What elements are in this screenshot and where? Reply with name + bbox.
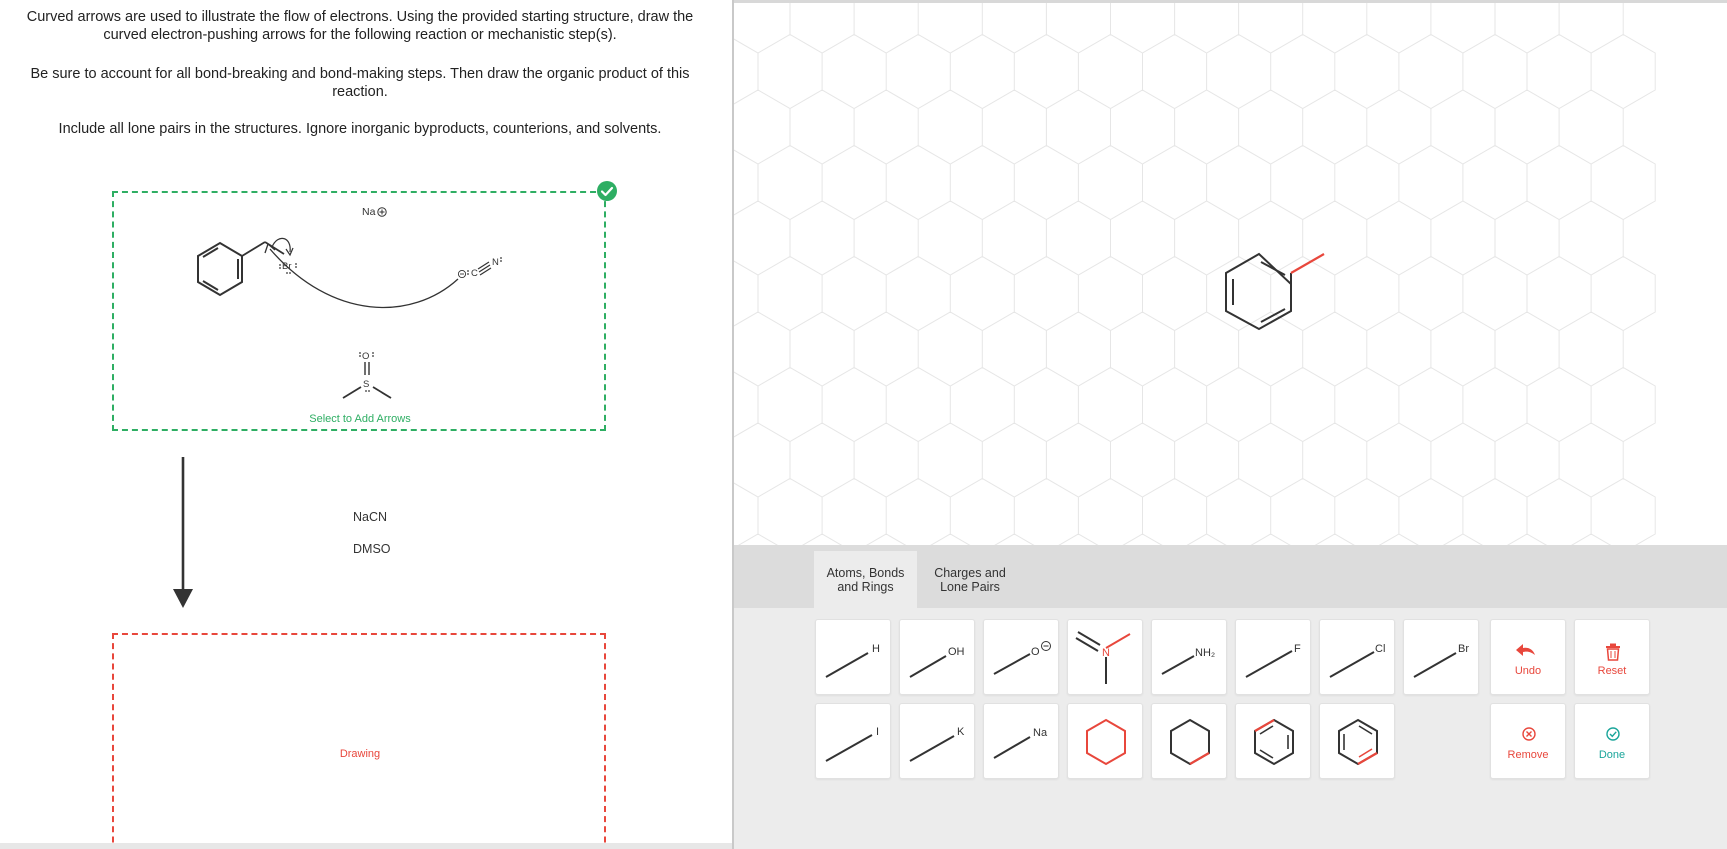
hydrogen-label: H: [872, 643, 880, 655]
sodium-label: Na: [362, 206, 376, 218]
cyclohexane-icon: [1170, 718, 1210, 766]
undo-label: Undo: [1514, 665, 1542, 677]
tab-charges-lone-pairs[interactable]: Charges and Lone Pairs: [917, 551, 1023, 608]
tab-label-line1: Charges and: [934, 565, 1006, 580]
hydroxyl-tool[interactable]: OH: [899, 619, 975, 695]
done-button[interactable]: Done: [1574, 703, 1650, 779]
benzene-ring-icon: [197, 241, 243, 297]
canvas-top-border: [734, 0, 1727, 3]
done-label: Done: [1598, 749, 1626, 761]
benzene-tool[interactable]: [1235, 703, 1311, 779]
solvent-label: DMSO: [353, 542, 391, 556]
iodine-tool[interactable]: I: [815, 703, 891, 779]
triple-bond: [477, 261, 492, 276]
bottom-strip: [0, 843, 732, 849]
canvas-molecule: [1225, 252, 1325, 331]
bromine-tool[interactable]: Br: [1403, 619, 1479, 695]
benzene-ring-icon: [1225, 252, 1292, 331]
benzene-icon: [1254, 718, 1294, 766]
undo-icon: [1516, 644, 1535, 656]
negative-charge-icon: [457, 269, 467, 279]
reaction-arrow-icon: [173, 457, 193, 608]
select-to-add-arrows-label: Select to Add Arrows: [309, 413, 411, 425]
instruction-paragraph-3: Include all lone pairs in the structures…: [58, 121, 662, 137]
drawing-label: Drawing: [339, 748, 381, 760]
selected-bond[interactable]: [1290, 253, 1325, 274]
iodine-label: I: [876, 726, 879, 738]
hydroxyl-label: OH: [948, 646, 965, 658]
imine-tool[interactable]: N: [1067, 619, 1143, 695]
oxygen-label: O: [1031, 646, 1040, 658]
tab-label-line2: Lone Pairs: [940, 579, 1000, 594]
chlorine-tool[interactable]: Cl: [1319, 619, 1395, 695]
question-panel: Curved arrows are used to illustrate the…: [0, 0, 732, 849]
sodium-tool[interactable]: Na: [983, 703, 1059, 779]
positive-charge-icon: [377, 207, 387, 217]
fluorine-tool[interactable]: F: [1235, 619, 1311, 695]
cyclohexane-tool[interactable]: [1067, 703, 1143, 779]
cyanide-carbon-label: C: [471, 268, 478, 279]
cyclohexane-red-icon: [1086, 718, 1126, 766]
tab-label-line1: Atoms, Bonds: [826, 565, 905, 580]
remove-button[interactable]: Remove: [1490, 703, 1566, 779]
potassium-label: K: [957, 726, 965, 738]
remove-icon: [1522, 727, 1536, 741]
reset-button[interactable]: Reset: [1574, 619, 1650, 695]
tab-label-line2: and Rings: [837, 579, 894, 594]
sulfoxide-double-bond: [364, 362, 370, 375]
nitrogen-label: N: [1102, 647, 1110, 659]
fluorine-label: F: [1294, 643, 1301, 655]
dmso-sulfur-label: S: [363, 379, 369, 390]
benzene-icon: [1338, 718, 1378, 766]
starting-structure-drawing: Na Br C N O S: [197, 206, 502, 399]
tab-atoms-bonds-rings[interactable]: Atoms, Bonds and Rings: [814, 551, 917, 608]
amine-label: NH₂: [1195, 647, 1215, 659]
carbon-lone-pair: [467, 270, 469, 275]
sodium-label: Na: [1033, 727, 1048, 739]
chlorine-label: Cl: [1375, 643, 1385, 655]
reset-label: Reset: [1597, 665, 1627, 677]
arrowhead-icon: [264, 242, 276, 254]
ch2-bond: [241, 241, 266, 257]
instruction-paragraph-2: Be sure to account for all bond-breaking…: [30, 66, 690, 100]
remove-label: Remove: [1507, 749, 1549, 761]
bromine-label: Br: [1458, 643, 1469, 655]
product-drawing-box[interactable]: [112, 633, 606, 849]
negative-charge-icon: [1041, 641, 1051, 651]
trash-icon: [1606, 643, 1620, 661]
potassium-tool[interactable]: K: [899, 703, 975, 779]
cyclohexane-bond-tool[interactable]: [1151, 703, 1227, 779]
curved-arrow-nucleophilic-attack[interactable]: [269, 248, 459, 309]
amine-tool[interactable]: NH₂: [1151, 619, 1227, 695]
dmso-oxygen-label: O: [362, 351, 369, 362]
reagent-label: NaCN: [353, 510, 388, 524]
sulfur-lone-pair: [365, 390, 370, 392]
hydrogen-tool[interactable]: H: [815, 619, 891, 695]
oxide-anion-tool[interactable]: O: [983, 619, 1059, 695]
nitrogen-lone-pair: [500, 257, 502, 262]
done-icon: [1606, 727, 1620, 741]
benzene-bond-tool[interactable]: [1319, 703, 1395, 779]
instruction-paragraph-1: Curved arrows are used to illustrate the…: [26, 9, 694, 43]
undo-button[interactable]: Undo: [1490, 619, 1566, 695]
drawing-canvas[interactable]: [734, 0, 1727, 545]
cyanide-nitrogen-label: N: [492, 257, 499, 268]
